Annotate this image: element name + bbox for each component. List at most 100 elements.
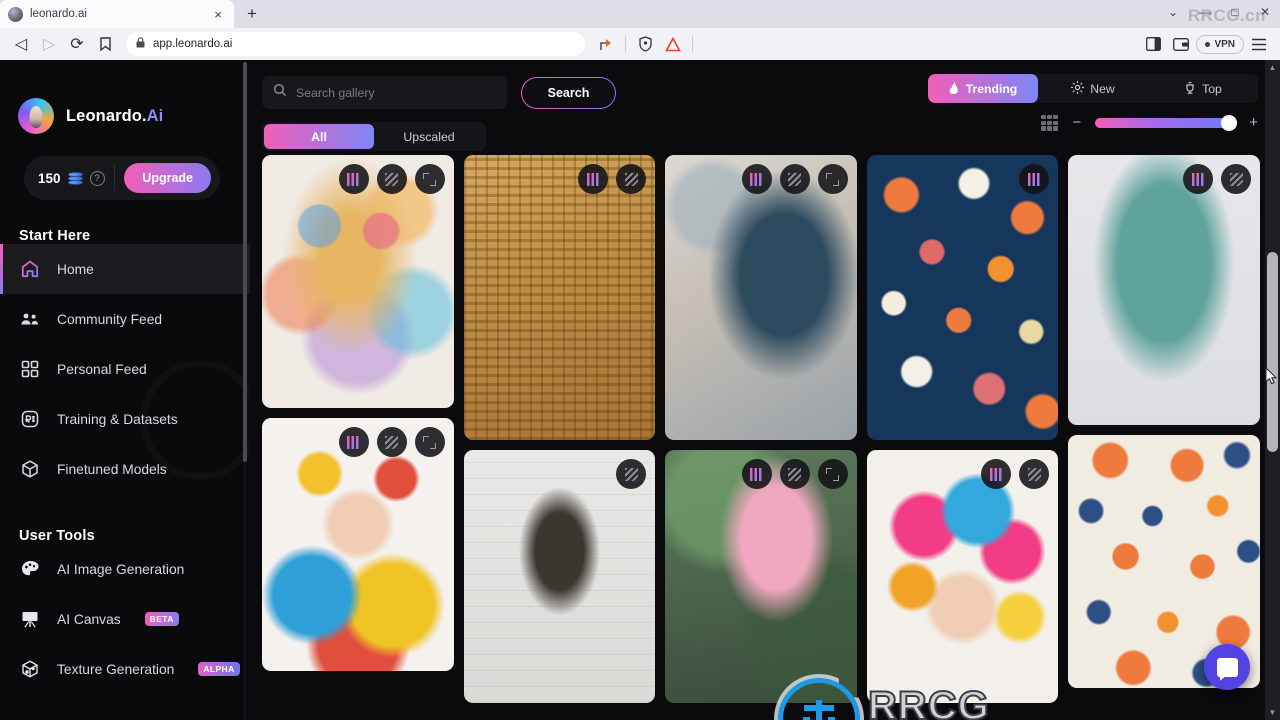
badge-alpha: ALPHA (198, 662, 240, 676)
brave-leo-icon[interactable] (660, 31, 686, 57)
url-bar[interactable]: app.leonardo.ai (126, 32, 586, 56)
share-icon[interactable] (593, 31, 619, 57)
remix-icon[interactable] (578, 164, 609, 194)
search-field-wrapper[interactable] (262, 76, 507, 109)
candy-hair-portrait-artwork[interactable] (866, 450, 1059, 703)
search-input[interactable] (296, 85, 496, 100)
toolbar-separator (625, 36, 627, 52)
remix-icon[interactable] (1019, 164, 1050, 194)
sidebar-item-label-community-feed: Community Feed (57, 311, 163, 327)
tab-title: leonardo.ai (30, 8, 87, 20)
variations-icon[interactable] (376, 164, 407, 194)
variations-icon[interactable] (1019, 459, 1050, 489)
sidebar-item-personal-feed[interactable]: Personal Feed (0, 344, 250, 394)
tab-search-caret-icon[interactable]: ⌄ (1156, 0, 1190, 24)
hamburger-menu-icon[interactable] (1246, 31, 1272, 57)
search-button[interactable]: Search (521, 77, 616, 109)
remix-icon[interactable] (981, 459, 1012, 489)
sidebar-item-label-training-datasets: Training & Datasets (57, 411, 178, 427)
browser-tab[interactable]: leonardo.ai × (0, 0, 234, 28)
blue-hair-warrior-artwork[interactable] (665, 155, 857, 440)
tab-close-icon[interactable]: × (210, 6, 226, 22)
window-minimize-button[interactable]: — (1190, 0, 1220, 24)
variations-icon[interactable] (1221, 164, 1251, 194)
grid-density-icon[interactable] (1041, 115, 1058, 131)
brand-logo-block[interactable]: Leonardo.Ai (0, 60, 250, 134)
remix-icon[interactable] (1183, 164, 1213, 194)
brave-wallet-icon[interactable] (1168, 31, 1194, 57)
scroll-up-arrow-icon[interactable]: ▲ (1265, 60, 1280, 75)
girl-glasses-backpack-artwork[interactable] (262, 418, 454, 671)
lock-icon (136, 37, 145, 51)
help-circle-icon[interactable]: ? (89, 170, 105, 186)
forward-icon[interactable]: ▷ (36, 31, 62, 57)
sidebar-scrollbar-thumb[interactable] (243, 62, 247, 462)
vpn-dot-icon (1205, 41, 1211, 47)
expand-icon[interactable] (414, 164, 445, 194)
upgrade-button[interactable]: Upgrade (124, 163, 211, 193)
gallery-grid (262, 155, 1260, 720)
remix-icon[interactable] (741, 459, 772, 489)
expand-icon[interactable] (414, 427, 445, 457)
window-close-button[interactable]: ✕ (1250, 0, 1280, 24)
artwork-image (866, 155, 1059, 440)
filter-tab-all[interactable]: All (264, 124, 374, 149)
back-icon[interactable]: ◁ (8, 31, 34, 57)
egyptian-hieroglyph-artwork[interactable] (463, 155, 656, 440)
remix-icon[interactable] (338, 164, 369, 194)
dark-armor-woman-sheet-artwork[interactable] (463, 450, 656, 703)
people-icon (19, 308, 41, 330)
remix-icon[interactable] (338, 427, 369, 457)
variations-icon[interactable] (616, 164, 647, 194)
card-actions (616, 459, 647, 489)
blue-floral-pattern-artwork[interactable] (866, 155, 1059, 440)
bookmark-icon[interactable] (92, 31, 118, 57)
sort-tab-top[interactable]: Top (1148, 74, 1258, 103)
page-scrollbar-thumb[interactable] (1267, 252, 1278, 452)
expand-icon[interactable] (817, 459, 848, 489)
page-scrollbar[interactable]: ▲ ▼ (1265, 60, 1280, 720)
scroll-down-arrow-icon[interactable]: ▼ (1265, 705, 1280, 720)
app-root: Leonardo.Ai 150 ? Upgrade Start Here Hom… (0, 60, 1280, 720)
reload-icon[interactable]: ⟳ (64, 31, 90, 57)
gallery-column-1 (262, 155, 454, 703)
variations-icon[interactable] (779, 164, 810, 194)
zoom-slider-knob[interactable] (1221, 114, 1238, 131)
brave-shield-icon[interactable] (632, 31, 658, 57)
intercom-launcher-button[interactable] (1204, 644, 1250, 690)
zoom-in-button[interactable]: + (1249, 115, 1258, 130)
pink-hair-fae-artwork[interactable] (665, 450, 857, 703)
variations-icon[interactable] (616, 459, 647, 489)
variations-icon[interactable] (376, 427, 407, 457)
nav-heading-user-tools: User Tools (19, 528, 95, 544)
browser-tabstrip: leonardo.ai × + ⌄ — □ ✕ (0, 0, 1280, 28)
zoom-out-button[interactable]: − (1072, 115, 1081, 130)
easel-icon (19, 608, 41, 630)
variations-icon[interactable] (779, 459, 810, 489)
lion-sunglasses-artwork[interactable] (262, 155, 454, 408)
gallery-column-2 (463, 155, 656, 703)
window-maximize-button[interactable]: □ (1220, 0, 1250, 24)
sidebar-item-texture-generation[interactable]: Texture Generation ALPHA (0, 644, 250, 694)
sort-tab-group: Trending New Top (928, 74, 1258, 103)
sidebar-item-training-datasets[interactable]: Training & Datasets (0, 394, 250, 444)
sidebar-panel-icon[interactable] (1140, 31, 1166, 57)
expand-icon[interactable] (817, 164, 848, 194)
sidebar-item-ai-image-generation[interactable]: AI Image Generation (0, 544, 250, 594)
sort-tab-trending-label: Trending (965, 81, 1018, 96)
sort-tab-trending[interactable]: Trending (928, 74, 1038, 103)
new-tab-button[interactable]: + (238, 0, 266, 28)
sidebar-item-home[interactable]: Home (0, 244, 250, 294)
grid-icon (19, 358, 41, 380)
koala-bicycle-artwork[interactable] (1068, 155, 1260, 425)
sort-tab-new[interactable]: New (1038, 74, 1148, 103)
sidebar-item-community-feed[interactable]: Community Feed (0, 294, 250, 344)
zoom-slider[interactable] (1095, 114, 1238, 131)
remix-icon[interactable] (741, 164, 772, 194)
filter-tab-upscaled[interactable]: Upscaled (374, 124, 484, 149)
url-text: app.leonardo.ai (153, 38, 233, 50)
sidebar-item-finetuned-models[interactable]: Finetuned Models (0, 444, 250, 494)
vpn-status-badge[interactable]: VPN (1196, 34, 1244, 54)
credits-divider (113, 165, 115, 191)
sidebar-item-ai-canvas[interactable]: AI Canvas BETA (0, 594, 250, 644)
